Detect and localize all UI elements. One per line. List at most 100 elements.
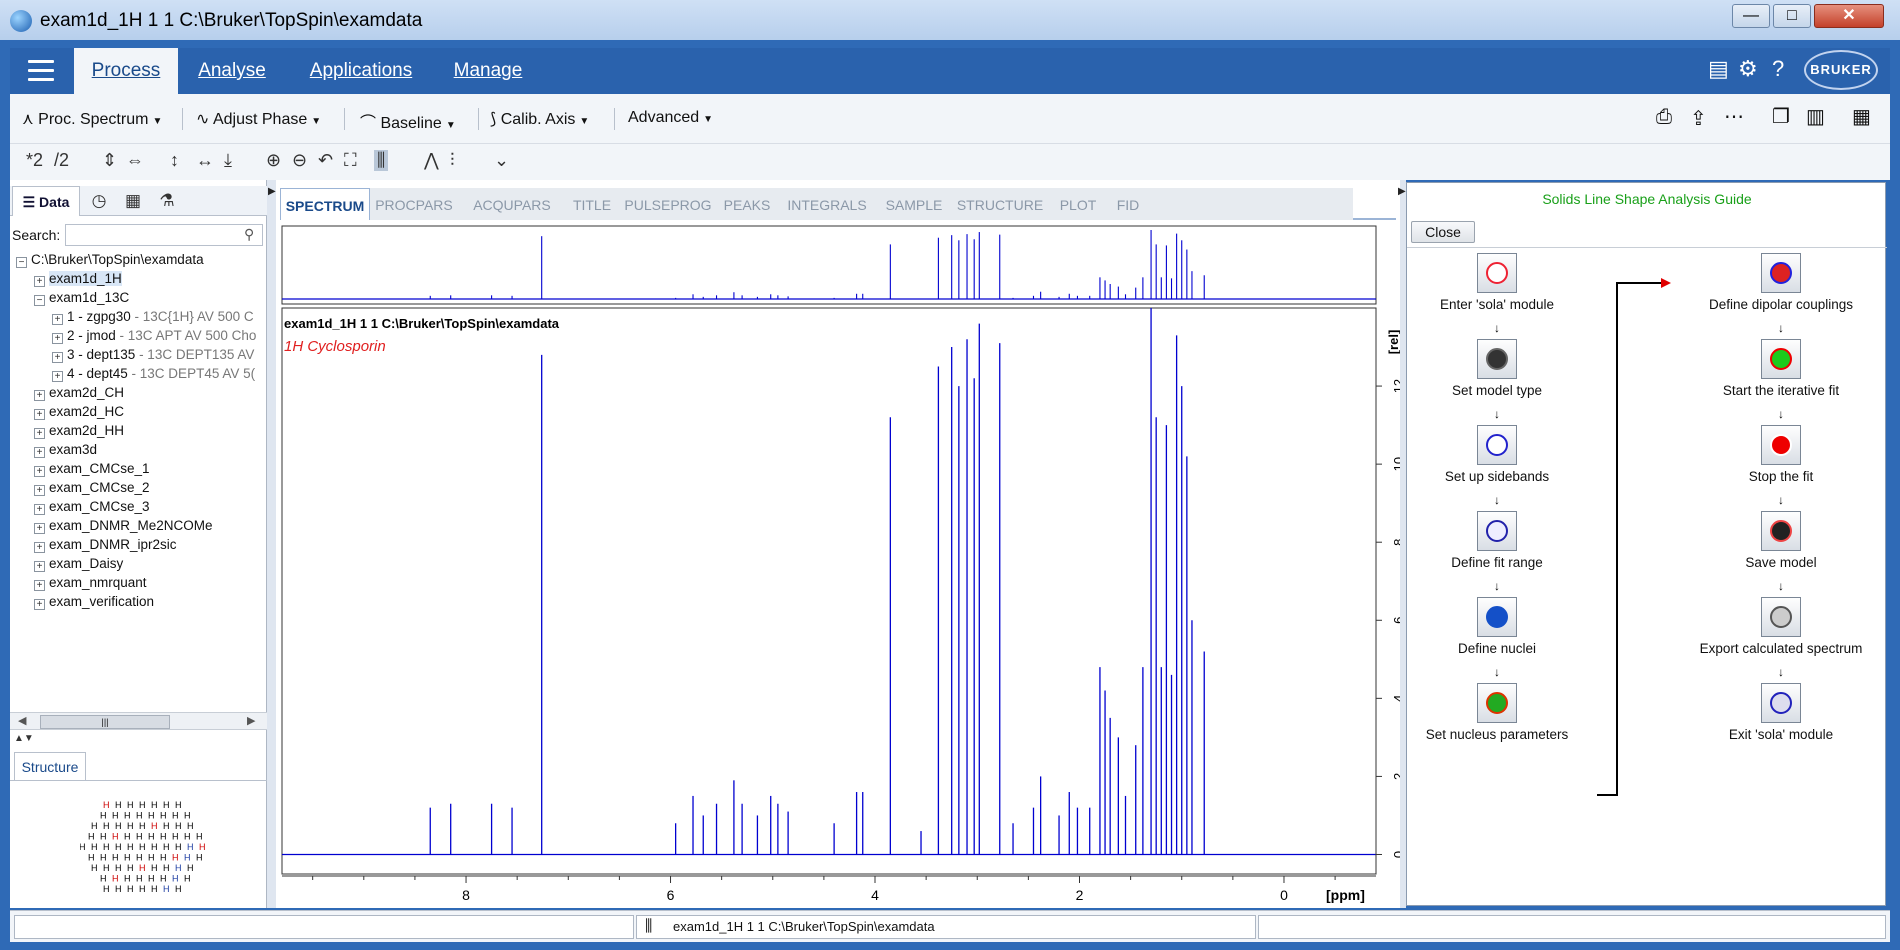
- expand-icon[interactable]: +: [34, 485, 45, 496]
- expand-icon[interactable]: +: [34, 390, 45, 401]
- tree-item[interactable]: − exam1d_13C: [34, 288, 129, 307]
- guide-step-button[interactable]: [1761, 339, 1801, 379]
- expand-icon[interactable]: +: [34, 466, 45, 477]
- expand-icon[interactable]: +: [34, 523, 45, 534]
- tab-analyse[interactable]: Analyse: [178, 48, 286, 94]
- adjust-phase-button[interactable]: ∿ Adjust Phase ▼: [196, 109, 321, 129]
- maximize-button[interactable]: □: [1773, 4, 1811, 28]
- integrate-icon[interactable]: ⫶: [450, 150, 455, 171]
- guide-step-button[interactable]: [1477, 253, 1517, 293]
- export-icon[interactable]: ⇪: [1690, 106, 1707, 131]
- gear-icon[interactable]: ⚙: [1738, 56, 1758, 82]
- show-spectrum-icon[interactable]: ⫼: [374, 150, 389, 171]
- history-icon[interactable]: ◷: [84, 186, 114, 216]
- expand-icon[interactable]: +: [52, 352, 63, 363]
- grid-icon[interactable]: ▦: [118, 186, 148, 216]
- command-line-input[interactable]: [14, 915, 634, 939]
- tree-horizontal-scrollbar[interactable]: ◀ ||| ▶: [10, 712, 267, 730]
- guide-step-button[interactable]: [1761, 597, 1801, 637]
- hamburger-menu-icon[interactable]: [28, 60, 54, 82]
- tree-item[interactable]: + exam2d_CH: [34, 383, 124, 402]
- left-splitter[interactable]: ▶: [267, 180, 276, 908]
- tab-spectrum[interactable]: SPECTRUM: [280, 188, 370, 220]
- tab-structure[interactable]: Structure: [14, 752, 86, 780]
- tab-applications[interactable]: Applications: [286, 48, 436, 94]
- tree-item[interactable]: + exam3d: [34, 440, 97, 459]
- expand-icon[interactable]: +: [34, 561, 45, 572]
- horizontal-shift-icon[interactable]: ⇔: [126, 150, 144, 171]
- tree-item[interactable]: + exam_DNMR_ipr2sic: [34, 535, 177, 554]
- guide-step-button[interactable]: [1761, 683, 1801, 723]
- tab-data[interactable]: ☰ Data: [12, 186, 80, 216]
- tab-acqupars[interactable]: ACQUPARS: [458, 188, 566, 220]
- divide-2-button[interactable]: /2: [54, 150, 69, 171]
- tree-item[interactable]: + exam1d_1H: [34, 269, 122, 288]
- tab-plot[interactable]: PLOT: [1050, 188, 1106, 220]
- zoom-out-icon[interactable]: ⊖: [292, 150, 307, 171]
- guide-step-button[interactable]: [1761, 253, 1801, 293]
- print-icon[interactable]: ⎙: [1656, 106, 1672, 129]
- expand-icon[interactable]: +: [52, 333, 63, 344]
- guide-step-button[interactable]: [1477, 511, 1517, 551]
- expand-icon[interactable]: +: [34, 580, 45, 591]
- guide-step-button[interactable]: [1477, 339, 1517, 379]
- tree-item[interactable]: + exam_DNMR_Me2NCOMe: [34, 516, 213, 535]
- baseline-down-icon[interactable]: ⤓: [224, 150, 232, 171]
- layout-icon[interactable]: ▤: [1708, 56, 1729, 82]
- baseline-button[interactable]: ⌒ Baseline ▼: [360, 109, 456, 133]
- collapse-icon[interactable]: −: [34, 295, 45, 306]
- expand-icon[interactable]: +: [34, 504, 45, 515]
- minimize-button[interactable]: —: [1732, 4, 1770, 28]
- tab-title[interactable]: TITLE: [566, 188, 618, 220]
- tree-item[interactable]: − C:\Bruker\TopSpin\examdata: [16, 250, 204, 269]
- tree-item[interactable]: + exam_nmrquant: [34, 573, 147, 592]
- expand-icon[interactable]: +: [34, 428, 45, 439]
- expand-icon[interactable]: +: [34, 276, 45, 287]
- full-view-icon[interactable]: ⛶: [344, 150, 357, 171]
- tree-item[interactable]: + exam_verification: [34, 592, 154, 610]
- scroll-right-icon[interactable]: ▶: [247, 714, 255, 727]
- scroll-thumb[interactable]: |||: [40, 715, 170, 729]
- tree-item[interactable]: + exam2d_HC: [34, 402, 124, 421]
- expand-icon[interactable]: +: [34, 447, 45, 458]
- expand-icon[interactable]: +: [34, 542, 45, 553]
- expand-icon[interactable]: +: [34, 409, 45, 420]
- guide-step-button[interactable]: [1477, 425, 1517, 465]
- tab-manage[interactable]: Manage: [436, 48, 540, 94]
- proc-spectrum-button[interactable]: ⋏ Proc. Spectrum ▼: [22, 109, 162, 129]
- settings-panel-icon[interactable]: ▦: [1852, 104, 1871, 129]
- multiply-2-button[interactable]: *2: [26, 150, 43, 171]
- tab-procpars[interactable]: PROCPARS: [370, 188, 458, 220]
- scroll-left-icon[interactable]: ◀: [18, 714, 26, 727]
- peak-pick-icon[interactable]: ⋀: [424, 150, 439, 171]
- expand-toolbar-icon[interactable]: ⌄: [494, 150, 509, 171]
- undo-zoom-icon[interactable]: ↶: [318, 150, 333, 171]
- splitter-arrows-icon[interactable]: ▲▼: [14, 733, 34, 744]
- search-input[interactable]: [65, 224, 263, 246]
- more-icon[interactable]: ⋯: [1724, 104, 1744, 129]
- tab-process[interactable]: Process: [74, 48, 178, 94]
- expand-icon[interactable]: +: [52, 371, 63, 382]
- tab-sample[interactable]: SAMPLE: [878, 188, 950, 220]
- tree-item[interactable]: + exam_Daisy: [34, 554, 123, 573]
- tab-fid[interactable]: FID: [1106, 188, 1150, 220]
- close-guide-button[interactable]: Close: [1411, 221, 1475, 243]
- guide-step-button[interactable]: [1477, 683, 1517, 723]
- close-window-button[interactable]: ✕: [1814, 4, 1884, 28]
- search-icon[interactable]: ⚲: [244, 226, 254, 243]
- zoom-in-icon[interactable]: ⊕: [266, 150, 281, 171]
- expand-icon[interactable]: +: [34, 599, 45, 610]
- vertical-shift-icon[interactable]: ⇕: [102, 150, 117, 171]
- help-icon[interactable]: ?: [1772, 56, 1784, 82]
- tree-item[interactable]: +1 - zgpg30 - 13C{1H} AV 500 C: [52, 307, 254, 326]
- tree-item[interactable]: +4 - dept45 - 13C DEPT45 AV 5(: [52, 364, 255, 383]
- nmr-spectrum-plot[interactable]: 0 2 4 6 8 10 12 [rel] 8 6 4 2 0 [ppm] exam1d_1H 1 1 C:…: [276, 224, 1400, 908]
- vertical-expand-icon[interactable]: ↕: [170, 150, 179, 171]
- tree-item[interactable]: + exam_CMCse_2: [34, 478, 150, 497]
- tab-integrals[interactable]: INTEGRALS: [776, 188, 878, 220]
- collapse-icon[interactable]: −: [16, 257, 27, 268]
- panel-icon[interactable]: ▥: [1806, 104, 1825, 129]
- tab-pulseprog[interactable]: PULSEPROG: [618, 188, 718, 220]
- guide-step-button[interactable]: [1761, 425, 1801, 465]
- guide-step-button[interactable]: [1477, 597, 1517, 637]
